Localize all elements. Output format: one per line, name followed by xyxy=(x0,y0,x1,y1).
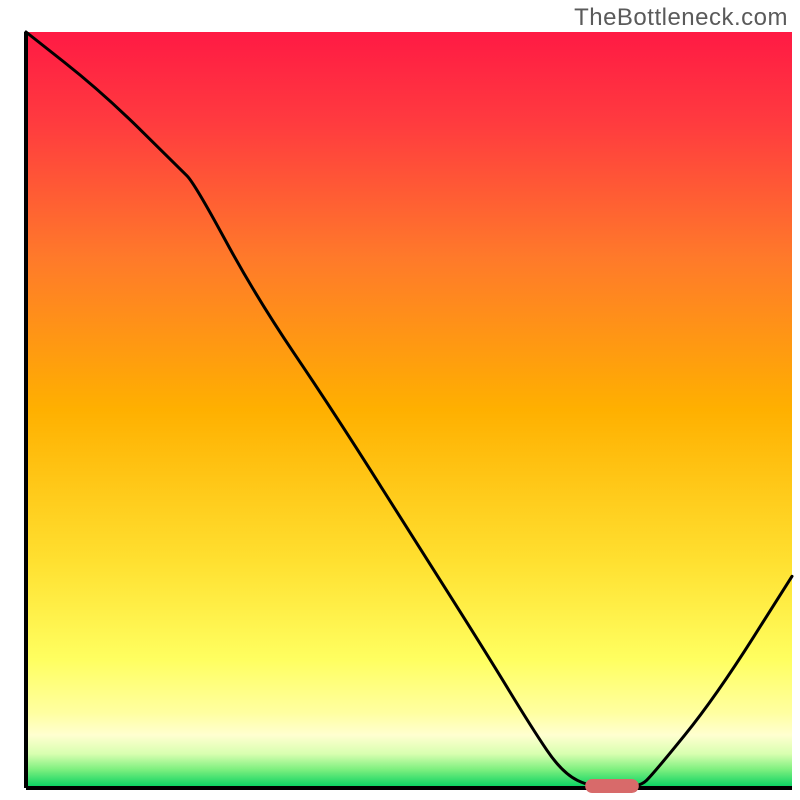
optimal-range-marker xyxy=(585,779,639,793)
bottleneck-chart: TheBottleneck.com xyxy=(0,0,800,800)
chart-canvas xyxy=(0,0,800,800)
plot-background xyxy=(26,32,792,788)
